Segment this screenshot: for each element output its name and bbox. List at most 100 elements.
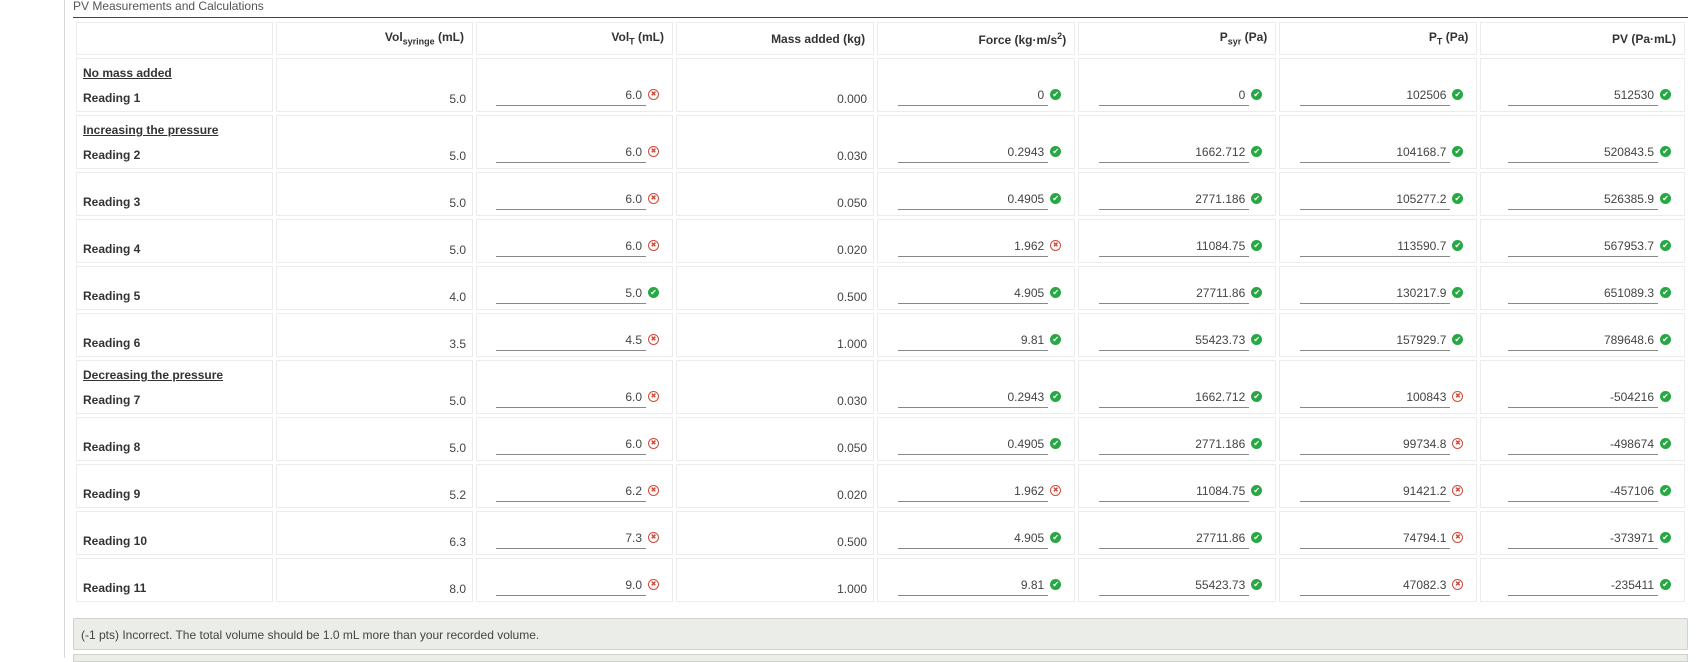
- x-circle-icon: ✖: [1452, 438, 1464, 449]
- p-syr-answer-field[interactable]: 11084.75 ✔: [1099, 484, 1263, 502]
- pv-answer-field[interactable]: -498674 ✔: [1508, 437, 1671, 455]
- header-force: Force (kg·m/s2): [877, 22, 1076, 55]
- p-t-answer-text: 113590.7: [1397, 239, 1447, 253]
- force-answer-field[interactable]: 9.81 ✔: [898, 578, 1062, 596]
- p-syr-answer-field[interactable]: 2771.186 ✔: [1099, 192, 1263, 210]
- x-circle-icon: ✖: [648, 334, 659, 345]
- vol-syringe-value: 5.2: [449, 488, 466, 502]
- vol-t-answer-field[interactable]: 9.0 ✖: [496, 578, 659, 596]
- p-syr-answer-field[interactable]: 55423.73 ✔: [1099, 578, 1263, 596]
- vol-syringe-value: 6.3: [449, 535, 466, 549]
- title-divider: [73, 17, 1688, 18]
- force-answer-field[interactable]: 0 ✔: [898, 88, 1062, 106]
- force-answer-field[interactable]: 0.4905 ✔: [898, 437, 1062, 455]
- p-t-answer-field[interactable]: 157929.7 ✔: [1300, 333, 1464, 351]
- p-syr-answer-text: 2771.186: [1195, 192, 1246, 206]
- mass-added-cell: 0.000: [676, 58, 875, 112]
- pv-answer-text: -373971: [1609, 531, 1654, 545]
- p-syr-answer-field[interactable]: 55423.73 ✔: [1099, 333, 1263, 351]
- check-icon: ✔: [1251, 240, 1263, 251]
- p-syr-answer-text: 0: [1238, 88, 1246, 102]
- p-syr-answer-field[interactable]: 27711.86 ✔: [1099, 286, 1263, 304]
- p-t-answer-field[interactable]: 74794.1 ✖: [1300, 531, 1464, 549]
- vol-t-answer-text: 6.0: [625, 239, 642, 253]
- vol-t-answer-field[interactable]: 6.0 ✖: [496, 390, 659, 408]
- force-answer-field[interactable]: 1.962 ✖: [898, 239, 1062, 257]
- force-cell: 0.2943 ✔: [877, 360, 1076, 414]
- vol-t-answer-field[interactable]: 5.0 ✔: [496, 286, 659, 304]
- mass-added-cell: 0.500: [676, 266, 875, 310]
- p-syr-answer-field[interactable]: 27711.86 ✔: [1099, 531, 1263, 549]
- mass-added-value: 0.020: [837, 488, 868, 502]
- check-icon: ✔: [1660, 146, 1671, 157]
- force-answer-field[interactable]: 4.905 ✔: [898, 286, 1062, 304]
- force-cell: 0 ✔: [877, 58, 1076, 112]
- p-t-answer-field[interactable]: 100843 ✖: [1300, 390, 1464, 408]
- p-t-answer-field[interactable]: 113590.7 ✔: [1300, 239, 1464, 257]
- check-icon: ✔: [1050, 579, 1062, 590]
- pv-answer-field[interactable]: -235411 ✔: [1508, 578, 1671, 596]
- force-cell: 4.905 ✔: [877, 511, 1076, 555]
- pv-cell: 526385.9 ✔: [1480, 172, 1685, 216]
- header-row: Volsyringe (mL) VolT (mL) Mass added (kg…: [76, 22, 1685, 55]
- p-syr-answer-field[interactable]: 1662.712 ✔: [1099, 390, 1263, 408]
- vol-t-answer-field[interactable]: 6.0 ✖: [496, 192, 659, 210]
- vol-t-answer-text: 7.3: [625, 531, 642, 545]
- check-icon: ✔: [1452, 193, 1464, 204]
- vol-t-answer-field[interactable]: 6.0 ✖: [496, 145, 659, 163]
- pv-answer-field[interactable]: 651089.3 ✔: [1508, 286, 1671, 304]
- pv-answer-field[interactable]: 789648.6 ✔: [1508, 333, 1671, 351]
- p-syr-answer-field[interactable]: 11084.75 ✔: [1099, 239, 1263, 257]
- mass-added-value: 0.030: [837, 394, 868, 408]
- p-t-answer-field[interactable]: 47082.3 ✖: [1300, 578, 1464, 596]
- vol-t-cell: 5.0 ✔: [476, 266, 673, 310]
- x-circle-icon: ✖: [1050, 240, 1062, 251]
- force-answer-field[interactable]: 0.2943 ✔: [898, 145, 1062, 163]
- x-circle-icon: ✖: [1452, 532, 1464, 543]
- p-t-answer-text: 102506: [1406, 88, 1447, 102]
- pv-answer-text: 789648.6: [1603, 333, 1654, 347]
- vol-t-cell: 6.0 ✖: [476, 172, 673, 216]
- p-t-answer-field[interactable]: 91421.2 ✖: [1300, 484, 1464, 502]
- force-answer-field[interactable]: 0.2943 ✔: [898, 390, 1062, 408]
- pv-answer-field[interactable]: -504216 ✔: [1508, 390, 1671, 408]
- force-answer-field[interactable]: 1.962 ✖: [898, 484, 1062, 502]
- p-t-answer-field[interactable]: 130217.9 ✔: [1300, 286, 1464, 304]
- p-t-answer-field[interactable]: 104168.7 ✔: [1300, 145, 1464, 163]
- vol-t-answer-field[interactable]: 4.5 ✖: [496, 333, 659, 351]
- check-icon: ✔: [1251, 287, 1263, 298]
- vol-t-answer-field[interactable]: 6.0 ✖: [496, 437, 659, 455]
- force-answer-field[interactable]: 9.81 ✔: [898, 333, 1062, 351]
- p-syr-answer-field[interactable]: 1662.712 ✔: [1099, 145, 1263, 163]
- p-t-cell: 157929.7 ✔: [1279, 313, 1478, 357]
- vol-t-cell: 7.3 ✖: [476, 511, 673, 555]
- p-syr-answer-text: 55423.73: [1195, 578, 1246, 592]
- p-syr-answer-field[interactable]: 0 ✔: [1099, 88, 1263, 106]
- force-answer-field[interactable]: 0.4905 ✔: [898, 192, 1062, 210]
- vol-syringe-value: 3.5: [449, 337, 466, 351]
- vol-t-answer-field[interactable]: 6.2 ✖: [496, 484, 659, 502]
- pv-answer-field[interactable]: 526385.9 ✔: [1508, 192, 1671, 210]
- p-syr-answer-field[interactable]: 2771.186 ✔: [1099, 437, 1263, 455]
- vol-t-cell: 4.5 ✖: [476, 313, 673, 357]
- pv-answer-field[interactable]: 520843.5 ✔: [1508, 145, 1671, 163]
- check-icon: ✔: [1050, 146, 1062, 157]
- vol-t-answer-field[interactable]: 6.0 ✖: [496, 88, 659, 106]
- force-answer-field[interactable]: 4.905 ✔: [898, 531, 1062, 549]
- vol-syringe-cell: 5.0: [276, 58, 473, 112]
- pv-answer-field[interactable]: 512530 ✔: [1508, 88, 1671, 106]
- vol-syringe-cell: 5.2: [276, 464, 473, 508]
- p-t-answer-field[interactable]: 105277.2 ✔: [1300, 192, 1464, 210]
- mass-added-value: 0.500: [837, 290, 868, 304]
- vol-t-answer-text: 6.0: [625, 437, 642, 451]
- pv-cell: -235411 ✔: [1480, 558, 1685, 602]
- vol-t-answer-text: 5.0: [625, 286, 642, 300]
- vol-t-answer-field[interactable]: 7.3 ✖: [496, 531, 659, 549]
- p-t-answer-field[interactable]: 99734.8 ✖: [1300, 437, 1464, 455]
- pv-answer-field[interactable]: 567953.7 ✔: [1508, 239, 1671, 257]
- p-t-answer-field[interactable]: 102506 ✔: [1300, 88, 1464, 106]
- p-syr-answer-text: 2771.186: [1195, 437, 1246, 451]
- pv-answer-field[interactable]: -457106 ✔: [1508, 484, 1671, 502]
- vol-t-answer-field[interactable]: 6.0 ✖: [496, 239, 659, 257]
- pv-answer-field[interactable]: -373971 ✔: [1508, 531, 1671, 549]
